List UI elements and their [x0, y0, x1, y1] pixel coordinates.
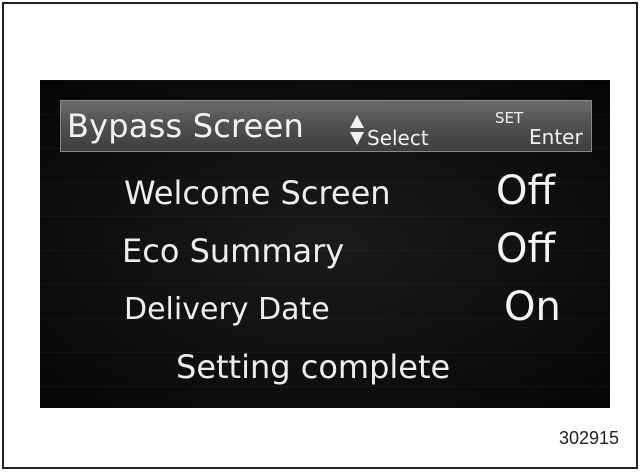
setting-value: Off	[496, 226, 556, 272]
figure-id: 302915	[559, 428, 620, 448]
figure-frame: Bypass Screen Select SET Enter Welcome S…	[2, 2, 638, 469]
setting-row-delivery-date[interactable]: Delivery Date On	[40, 284, 610, 334]
setting-row-welcome-screen[interactable]: Welcome Screen Off	[40, 168, 610, 218]
enter-label: Enter	[529, 125, 583, 149]
status-message: Setting complete	[176, 348, 451, 386]
set-label: SET	[495, 109, 524, 127]
menu-header: Bypass Screen Select SET Enter	[60, 100, 592, 152]
setting-row-eco-summary[interactable]: Eco Summary Off	[40, 226, 610, 276]
menu-title: Bypass Screen	[67, 107, 304, 145]
select-label: Select	[367, 126, 429, 150]
updown-arrows-icon	[350, 115, 364, 145]
setting-value: Off	[496, 168, 556, 214]
display-screen: Bypass Screen Select SET Enter Welcome S…	[40, 80, 610, 408]
setting-label: Welcome Screen	[124, 174, 391, 212]
setting-label: Delivery Date	[124, 292, 330, 327]
setting-label: Eco Summary	[122, 232, 345, 270]
setting-value: On	[504, 284, 561, 330]
